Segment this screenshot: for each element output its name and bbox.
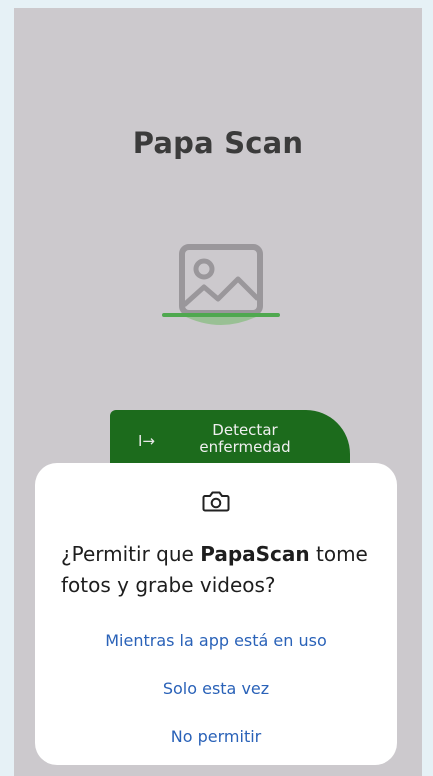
detect-button-label: Detectar enfermedad [199,421,291,456]
allow-once-button[interactable]: Solo esta vez [35,679,397,698]
deny-button[interactable]: No permitir [35,727,397,746]
image-placeholder-icon [162,244,280,325]
permission-app-name: PapaScan [200,542,310,566]
allow-while-using-button[interactable]: Mientras la app está en uso [35,631,397,650]
permission-message: ¿Permitir que PapaScan tome fotos y grab… [61,539,381,601]
permission-message-prefix: ¿Permitir que [61,542,201,566]
camera-icon [202,491,230,512]
page-title: Papa Scan [132,126,304,160]
device-frame: Papa Scan I→ Detectar enfermedad ¿Permit… [0,0,433,776]
arrow-right-bar-icon: I→ [138,432,155,450]
camera-permission-dialog: ¿Permitir que PapaScan tome fotos y grab… [35,463,397,765]
